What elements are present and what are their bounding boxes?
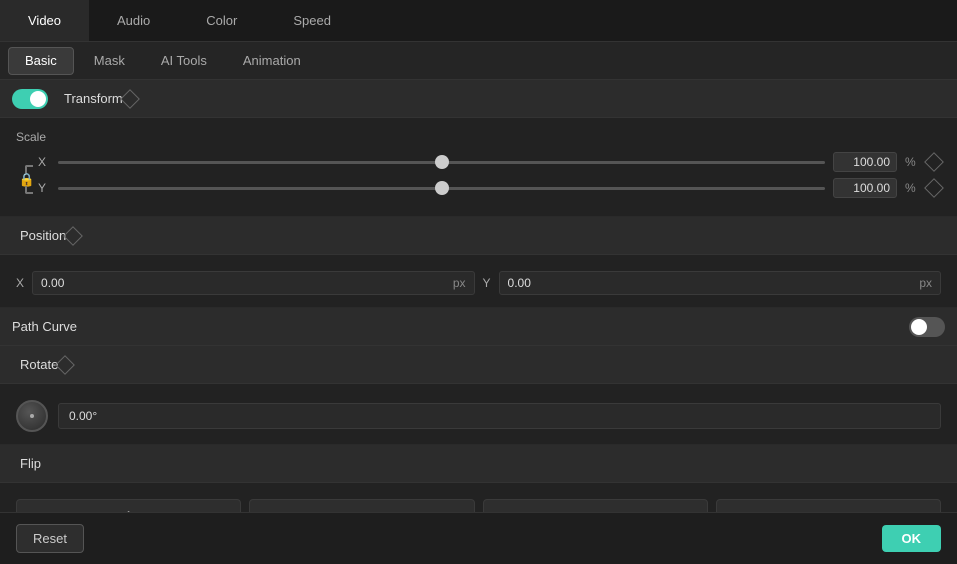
flip-buttons-row: ⇕ ⇔ ▭ ▬ xyxy=(16,499,941,512)
flip-vertical-button[interactable]: ⇔ xyxy=(249,499,474,512)
position-y-label: Y xyxy=(483,276,491,290)
bottom-bar: Reset OK xyxy=(0,512,957,564)
ok-button[interactable]: OK xyxy=(882,525,942,552)
top-tab-bar: Video Audio Color Speed xyxy=(0,0,957,42)
flip-section-header: Flip xyxy=(0,445,957,483)
transform-section-header: Transform xyxy=(0,80,957,118)
scale-x-slider[interactable] xyxy=(58,161,825,164)
sub-tab-bar: Basic Mask AI Tools Animation xyxy=(0,42,957,80)
path-curve-title: Path Curve xyxy=(12,319,909,334)
tab-speed[interactable]: Speed xyxy=(265,0,359,41)
rotate-knob[interactable] xyxy=(16,400,48,432)
scale-x-unit: % xyxy=(905,155,919,169)
rotate-row xyxy=(16,400,941,432)
scale-x-input[interactable] xyxy=(833,152,897,172)
scale-x-keyframe-icon[interactable] xyxy=(924,152,944,172)
transform-title: Transform xyxy=(64,91,123,106)
position-x-unit: px xyxy=(453,276,466,290)
content-area: Transform Scale 🔒 X % xyxy=(0,80,957,512)
scale-y-input[interactable] xyxy=(833,178,897,198)
position-x-input[interactable] xyxy=(41,276,447,290)
path-curve-toggle[interactable] xyxy=(909,317,945,337)
lock-arm-bottom xyxy=(25,186,33,194)
scale-y-label: Y xyxy=(38,181,50,195)
position-y-unit: px xyxy=(919,276,932,290)
rotate-section xyxy=(0,384,957,445)
tab-color[interactable]: Color xyxy=(178,0,265,41)
scale-lock[interactable]: 🔒 xyxy=(16,152,38,204)
scale-y-slider[interactable] xyxy=(58,187,825,190)
rotate-input[interactable] xyxy=(58,403,941,429)
transform-toggle[interactable] xyxy=(12,89,48,109)
tab-audio[interactable]: Audio xyxy=(89,0,178,41)
scale-sliders: X % Y % xyxy=(38,152,941,204)
scale-x-row: X % xyxy=(38,152,941,172)
scale-y-keyframe-icon[interactable] xyxy=(924,178,944,198)
position-y-field: px xyxy=(499,271,941,295)
position-x-label: X xyxy=(16,276,24,290)
flip-rotate-left-button[interactable]: ▬ xyxy=(716,499,941,512)
rotate-section-header: Rotate xyxy=(0,346,957,384)
rotate-keyframe-icon[interactable] xyxy=(55,355,75,375)
position-fields: X px Y px xyxy=(16,271,941,295)
position-x-field: px xyxy=(32,271,474,295)
flip-rotate-right-button[interactable]: ▭ xyxy=(483,499,708,512)
subtab-animation[interactable]: Animation xyxy=(227,47,317,75)
lock-icon: 🔒 xyxy=(19,173,35,186)
subtab-basic[interactable]: Basic xyxy=(8,47,74,75)
rotate-title: Rotate xyxy=(20,357,58,372)
position-section: X px Y px xyxy=(0,255,957,308)
reset-button[interactable]: Reset xyxy=(16,524,84,553)
position-title: Position xyxy=(20,228,66,243)
scale-label: Scale xyxy=(16,130,941,144)
subtab-ai-tools[interactable]: AI Tools xyxy=(145,47,223,75)
transform-keyframe-icon[interactable] xyxy=(120,89,140,109)
scale-x-slider-container xyxy=(58,152,825,172)
tab-video[interactable]: Video xyxy=(0,0,89,41)
position-keyframe-icon[interactable] xyxy=(63,226,83,246)
subtab-mask[interactable]: Mask xyxy=(78,47,141,75)
position-section-header: Position xyxy=(0,217,957,255)
scale-x-label: X xyxy=(38,155,50,169)
flip-horizontal-button[interactable]: ⇕ xyxy=(16,499,241,512)
path-curve-section-header: Path Curve xyxy=(0,308,957,346)
scale-section: Scale 🔒 X % Y xyxy=(0,118,957,217)
flip-title: Flip xyxy=(20,456,945,471)
scale-y-row: Y % xyxy=(38,178,941,198)
scale-y-slider-container xyxy=(58,178,825,198)
scale-y-unit: % xyxy=(905,181,919,195)
flip-section: ⇕ ⇔ ▭ ▬ xyxy=(0,483,957,512)
position-y-input[interactable] xyxy=(508,276,914,290)
